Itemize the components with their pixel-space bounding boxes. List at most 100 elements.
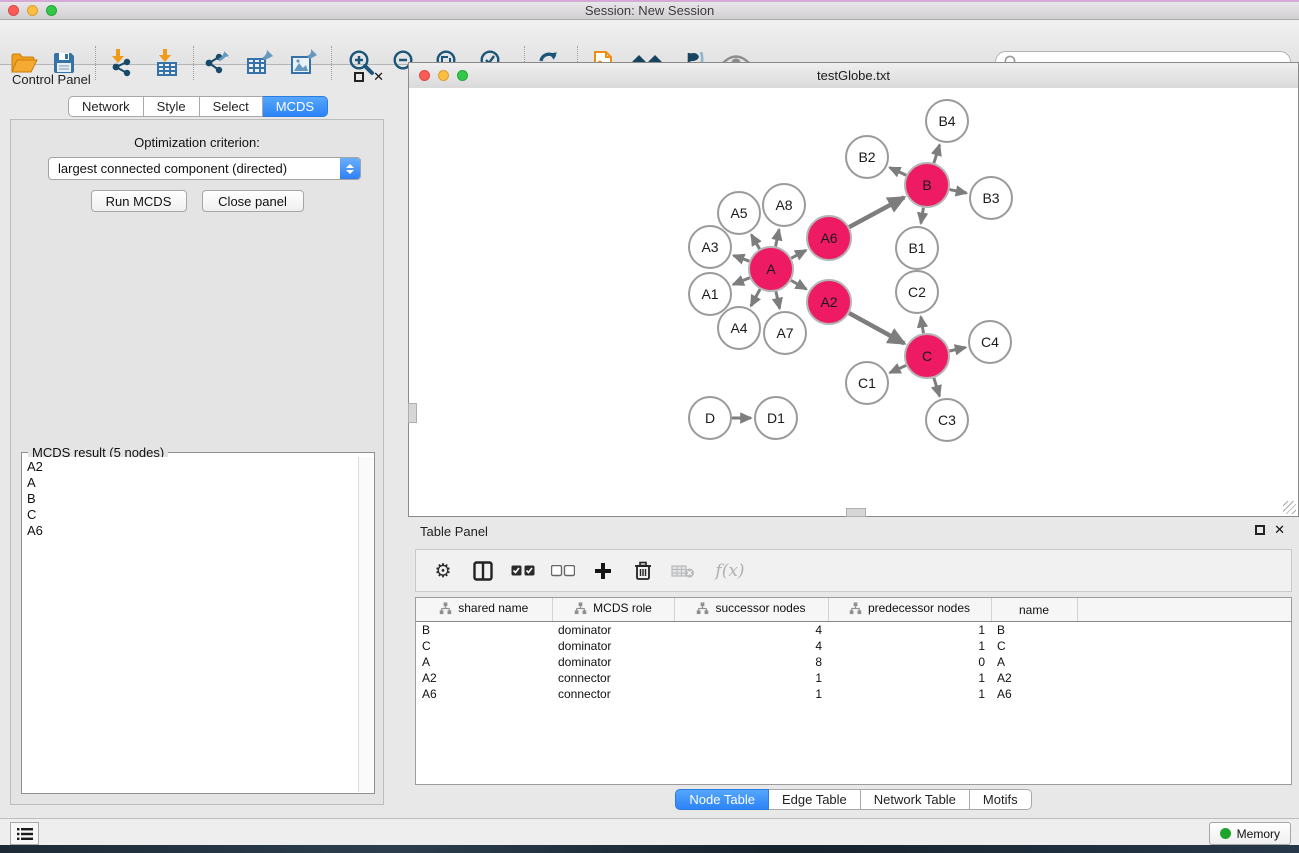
graph-node-C3[interactable]: C3 bbox=[926, 399, 968, 441]
task-history-button[interactable] bbox=[10, 822, 39, 845]
mcds-result-item[interactable]: A6 bbox=[27, 523, 355, 539]
table-cell-shared_name[interactable]: A6 bbox=[416, 686, 552, 702]
column-header-name[interactable]: name bbox=[991, 598, 1077, 622]
graph-node-C2[interactable]: C2 bbox=[896, 271, 938, 313]
graph-edge-C-C3[interactable] bbox=[934, 378, 940, 396]
column-header-mcds-role[interactable]: MCDS role bbox=[552, 598, 674, 622]
table-cell-name[interactable]: A6 bbox=[991, 686, 1077, 702]
criterion-dropdown[interactable]: largest connected component (directed) bbox=[48, 157, 361, 180]
table-cell-successor_nodes[interactable]: 1 bbox=[674, 670, 828, 686]
graph-edge-A2-C[interactable] bbox=[849, 313, 904, 343]
deselect-all-checkboxes-icon[interactable] bbox=[550, 558, 576, 584]
graph-node-B3[interactable]: B3 bbox=[970, 177, 1012, 219]
graph-edge-C-C1[interactable] bbox=[890, 365, 906, 372]
tab-style[interactable]: Style bbox=[144, 96, 200, 117]
close-table-panel-icon[interactable]: ✕ bbox=[1274, 525, 1285, 535]
graph-node-B2[interactable]: B2 bbox=[846, 136, 888, 178]
graph-node-B1[interactable]: B1 bbox=[896, 227, 938, 269]
split-columns-icon[interactable] bbox=[470, 558, 496, 584]
table-cell-predecessor_nodes[interactable]: 1 bbox=[828, 622, 991, 639]
mcds-result-scrollbar[interactable] bbox=[358, 457, 373, 792]
graph-node-B[interactable]: B bbox=[905, 163, 949, 207]
graph-edge-C-C4[interactable] bbox=[949, 347, 965, 351]
add-column-icon[interactable] bbox=[590, 558, 616, 584]
tab-network-table[interactable]: Network Table bbox=[861, 789, 970, 810]
graph-edge-B-B4[interactable] bbox=[934, 145, 940, 163]
table-cell-name[interactable]: B bbox=[991, 622, 1077, 639]
settings-gear-icon[interactable]: ⚙ bbox=[430, 558, 456, 584]
graph-edge-B-B3[interactable] bbox=[950, 190, 967, 193]
table-cell-successor_nodes[interactable]: 1 bbox=[674, 686, 828, 702]
graph-node-C1[interactable]: C1 bbox=[846, 362, 888, 404]
function-builder-icon[interactable]: f(x) bbox=[710, 558, 750, 584]
graph-node-A[interactable]: A bbox=[749, 247, 793, 291]
close-panel-icon[interactable]: ✕ bbox=[373, 72, 384, 82]
float-table-panel-icon[interactable] bbox=[1255, 525, 1265, 535]
table-cell-shared_name[interactable]: B bbox=[416, 622, 552, 639]
table-cell-successor_nodes[interactable]: 4 bbox=[674, 638, 828, 654]
tab-node-table[interactable]: Node Table bbox=[675, 789, 769, 810]
column-header-shared-name[interactable]: shared name bbox=[416, 598, 552, 622]
column-header-predecessor-nodes[interactable]: predecessor nodes bbox=[828, 598, 991, 622]
graph-node-A2[interactable]: A2 bbox=[807, 280, 851, 324]
graph-edge-A6-B[interactable] bbox=[849, 197, 904, 227]
table-cell-predecessor_nodes[interactable]: 1 bbox=[828, 670, 991, 686]
table-cell-mcds_role[interactable]: dominator bbox=[552, 638, 674, 654]
select-all-checkboxes-icon[interactable] bbox=[510, 558, 536, 584]
table-row[interactable]: A6connector11A6 bbox=[416, 686, 1291, 702]
tab-motifs[interactable]: Motifs bbox=[970, 789, 1032, 810]
tab-select[interactable]: Select bbox=[200, 96, 263, 117]
table-row[interactable]: Adominator80A bbox=[416, 654, 1291, 670]
canvas-vertical-scroll-handle[interactable] bbox=[408, 403, 417, 423]
graph-edge-B-B2[interactable] bbox=[890, 168, 907, 176]
table-row[interactable]: A2connector11A2 bbox=[416, 670, 1291, 686]
table-cell-mcds_role[interactable]: dominator bbox=[552, 654, 674, 670]
mcds-result-item[interactable]: A bbox=[27, 475, 355, 491]
table-cell-shared_name[interactable]: A bbox=[416, 654, 552, 670]
graph-edge-A-A1[interactable] bbox=[733, 278, 750, 285]
graph-edge-C-C2[interactable] bbox=[921, 317, 924, 334]
graph-edge-A-A8[interactable] bbox=[776, 229, 779, 246]
graph-edge-A-A6[interactable] bbox=[791, 250, 806, 258]
graph-edge-A-A7[interactable] bbox=[776, 291, 780, 308]
graph-node-A3[interactable]: A3 bbox=[689, 226, 731, 268]
mcds-result-list[interactable]: A2ABCA6 bbox=[23, 457, 359, 792]
table-cell-predecessor_nodes[interactable]: 1 bbox=[828, 686, 991, 702]
table-cell-mcds_role[interactable]: dominator bbox=[552, 622, 674, 639]
delete-table-icon[interactable] bbox=[670, 558, 696, 584]
graph-node-A1[interactable]: A1 bbox=[689, 273, 731, 315]
graph-edge-B-B1[interactable] bbox=[921, 208, 923, 224]
run-mcds-button[interactable]: Run MCDS bbox=[91, 190, 187, 212]
float-panel-icon[interactable] bbox=[354, 72, 364, 82]
table-cell-successor_nodes[interactable]: 4 bbox=[674, 622, 828, 639]
tab-edge-table[interactable]: Edge Table bbox=[769, 789, 861, 810]
table-cell-mcds_role[interactable]: connector bbox=[552, 686, 674, 702]
table-cell-successor_nodes[interactable]: 8 bbox=[674, 654, 828, 670]
close-panel-button[interactable]: Close panel bbox=[202, 190, 304, 212]
tab-mcds[interactable]: MCDS bbox=[263, 96, 328, 117]
mcds-result-item[interactable]: A2 bbox=[27, 459, 355, 475]
table-cell-predecessor_nodes[interactable]: 0 bbox=[828, 654, 991, 670]
table-cell-shared_name[interactable]: C bbox=[416, 638, 552, 654]
graph-edge-A-A2[interactable] bbox=[791, 280, 806, 289]
memory-button[interactable]: Memory bbox=[1209, 822, 1291, 845]
table-cell-mcds_role[interactable]: connector bbox=[552, 670, 674, 686]
network-graph[interactable]: B4B2BB3A5A8A6B1A3AC2A1A2A4A7C4CC1C3DD1 bbox=[409, 88, 1298, 516]
table-cell-shared_name[interactable]: A2 bbox=[416, 670, 552, 686]
column-header-successor-nodes[interactable]: successor nodes bbox=[674, 598, 828, 622]
table-row[interactable]: Bdominator41B bbox=[416, 622, 1291, 639]
window-resize-grip[interactable] bbox=[1283, 501, 1296, 514]
graph-node-A6[interactable]: A6 bbox=[807, 216, 851, 260]
graph-node-D[interactable]: D bbox=[689, 397, 731, 439]
delete-column-trash-icon[interactable] bbox=[630, 558, 656, 584]
graph-edge-A-A3[interactable] bbox=[734, 255, 750, 261]
graph-node-A4[interactable]: A4 bbox=[718, 307, 760, 349]
graph-node-B4[interactable]: B4 bbox=[926, 100, 968, 142]
graph-node-A7[interactable]: A7 bbox=[764, 312, 806, 354]
tab-network[interactable]: Network bbox=[68, 96, 144, 117]
graph-node-A5[interactable]: A5 bbox=[718, 192, 760, 234]
canvas-horizontal-scroll-handle[interactable] bbox=[846, 508, 866, 517]
graph-edge-A-A4[interactable] bbox=[751, 289, 760, 306]
table-cell-predecessor_nodes[interactable]: 1 bbox=[828, 638, 991, 654]
network-canvas[interactable]: B4B2BB3A5A8A6B1A3AC2A1A2A4A7C4CC1C3DD1 bbox=[409, 88, 1298, 516]
